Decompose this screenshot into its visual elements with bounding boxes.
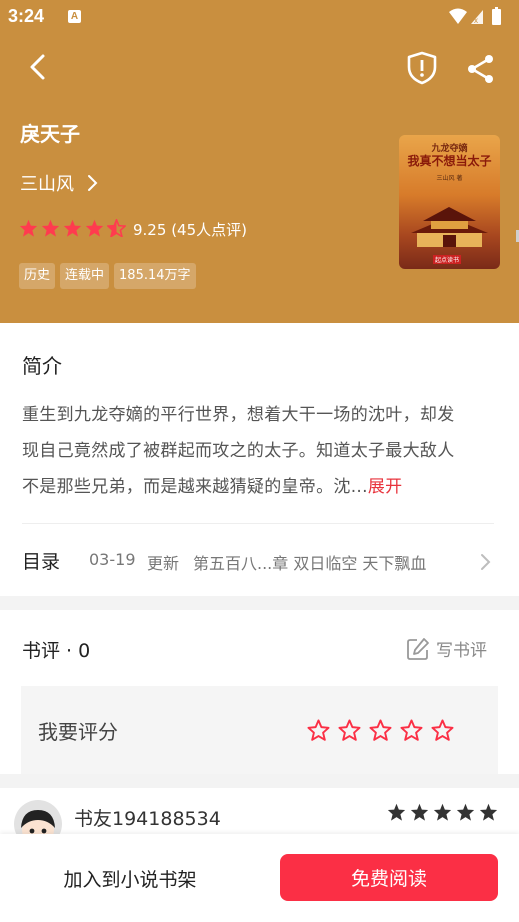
star-outline-icon[interactable] xyxy=(369,719,392,741)
write-review-label: 写书评 xyxy=(436,641,487,661)
author-name[interactable]: 三山风 xyxy=(20,170,74,196)
intro-line: 不是那些兄弟，而是越来越猜疑的皇帝。沈...展开 xyxy=(22,469,498,505)
read-free-button[interactable]: 免费阅读 xyxy=(280,854,498,901)
cover-author: 三山风 著 xyxy=(436,175,463,182)
rate-box: 我要评分 xyxy=(21,686,498,774)
status-time: 3:24 xyxy=(8,6,45,26)
star-icon xyxy=(387,803,406,821)
toc-update-date: 03-19 xyxy=(89,550,136,569)
share-icon[interactable] xyxy=(465,53,497,85)
intro-line: 现自己竟然成了被群起而攻之的太子。知道太子最大敌人 xyxy=(22,441,455,461)
star-icon xyxy=(41,219,60,237)
reviewer-stars xyxy=(387,803,498,821)
rating-stars xyxy=(19,219,126,237)
reviews-heading: 书评 · 0 xyxy=(22,640,91,662)
book-cover[interactable]: 九龙夺嫡 我真不想当太子 三山风 著 起点读书 xyxy=(399,135,500,269)
star-outline-icon[interactable] xyxy=(338,719,361,741)
star-icon xyxy=(433,803,452,821)
add-to-shelf-button[interactable]: 加入到小说书架 xyxy=(20,854,240,902)
star-icon xyxy=(410,803,429,821)
rating-count: (45人点评) xyxy=(171,221,247,239)
book-header: 3:24 A x 戾天子 三山风 9.25 (45人点评) 历史 连载中 185… xyxy=(0,0,519,323)
bottom-action-bar: 加入到小说书架 免费阅读 xyxy=(0,834,519,922)
tag-status: 连载中 xyxy=(60,263,110,289)
notification-icon: A xyxy=(68,10,81,23)
reviewer-name: 书友194188534 xyxy=(74,808,221,830)
toc-latest-chapter[interactable]: 第五百八...章 双日临空 天下飘血 xyxy=(193,550,426,574)
star-outline-icon[interactable] xyxy=(400,719,423,741)
rate-label: 我要评分 xyxy=(38,720,118,744)
star-icon xyxy=(85,219,104,237)
star-icon xyxy=(63,219,82,237)
star-outline-icon[interactable] xyxy=(307,719,330,741)
book-title: 戾天子 xyxy=(20,122,80,146)
toc-label[interactable]: 目录 xyxy=(22,547,60,574)
status-icons: x xyxy=(449,7,501,25)
section-separator xyxy=(0,774,519,788)
shield-report-icon[interactable] xyxy=(406,51,438,85)
write-review-button[interactable]: 写书评 xyxy=(406,636,487,661)
star-icon xyxy=(456,803,475,821)
star-outline-icon[interactable] xyxy=(431,719,454,741)
intro-line-text: 不是那些兄弟，而是越来越猜疑的皇帝。沈... xyxy=(22,477,368,497)
tag-list: 历史 连载中 185.14万字 xyxy=(19,263,196,289)
intro-heading: 简介 xyxy=(22,354,62,378)
tag-word-count: 185.14万字 xyxy=(114,263,196,289)
rating-text: 9.25 (45人点评) xyxy=(133,219,247,240)
star-icon xyxy=(19,219,38,237)
chevron-right-icon[interactable] xyxy=(86,174,98,192)
toc-update-label: 更新 xyxy=(147,554,180,573)
cover-title: 我真不想当太子 xyxy=(407,154,492,168)
expand-link[interactable]: 展开 xyxy=(368,477,403,497)
half-star-icon xyxy=(107,219,126,237)
back-arrow-icon[interactable] xyxy=(26,53,50,81)
tag-genre: 历史 xyxy=(19,263,56,289)
rating-score: 9.25 xyxy=(133,221,167,239)
palace-illustration xyxy=(411,207,488,247)
star-icon xyxy=(479,803,498,821)
cover-brand: 起点读书 xyxy=(433,255,462,264)
svg-text:x: x xyxy=(474,16,478,25)
divider xyxy=(22,523,494,524)
intro-text: 重生到九龙夺嫡的平行世界，想着大干一场的沈叶，却发 现自己竟然成了被群起而攻之的… xyxy=(22,397,498,505)
rate-stars[interactable] xyxy=(307,719,454,741)
chevron-right-icon[interactable] xyxy=(479,553,491,571)
edit-icon xyxy=(407,637,429,660)
intro-line: 重生到九龙夺嫡的平行世界，想着大干一场的沈叶，却发 xyxy=(22,405,455,425)
section-separator xyxy=(0,596,519,610)
